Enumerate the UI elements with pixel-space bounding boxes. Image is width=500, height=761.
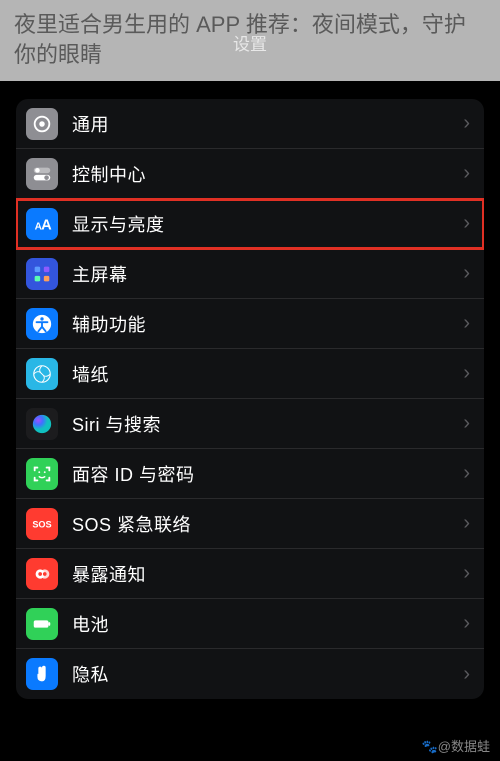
settings-row-sos[interactable]: SOS SOS 紧急联络›	[16, 499, 484, 549]
chevron-right-icon: ›	[463, 462, 470, 485]
accessibility-icon	[26, 308, 58, 340]
settings-row-label: 隐私	[72, 661, 463, 687]
article-title-banner: 夜里适合男生用的 APP 推荐：夜间模式，守护你的眼睛 设置	[0, 0, 500, 81]
chevron-right-icon: ›	[463, 112, 470, 135]
wallpaper-icon	[26, 358, 58, 390]
settings-row-wallpaper[interactable]: 墙纸›	[16, 349, 484, 399]
exposure-icon	[26, 558, 58, 590]
settings-row-gear[interactable]: 通用›	[16, 99, 484, 149]
chevron-right-icon: ›	[463, 162, 470, 185]
chevron-right-icon: ›	[463, 262, 470, 285]
settings-row-label: 暴露通知	[72, 561, 463, 587]
settings-row-battery[interactable]: 电池›	[16, 599, 484, 649]
settings-row-accessibility[interactable]: 辅助功能›	[16, 299, 484, 349]
chevron-right-icon: ›	[463, 312, 470, 335]
settings-row-home-grid[interactable]: 主屏幕›	[16, 249, 484, 299]
chevron-right-icon: ›	[463, 512, 470, 535]
settings-row-faceid[interactable]: 面容 ID 与密码›	[16, 449, 484, 499]
page-title: 设置	[0, 34, 500, 57]
home-grid-icon	[26, 258, 58, 290]
settings-row-label: 面容 ID 与密码	[72, 461, 463, 487]
toggles-icon	[26, 158, 58, 190]
settings-row-label: 控制中心	[72, 161, 463, 187]
gear-icon	[26, 108, 58, 140]
chevron-right-icon: ›	[463, 212, 470, 235]
svg-text:A: A	[41, 217, 52, 233]
settings-screen: 通用›控制中心›AA显示与亮度›主屏幕›辅助功能›墙纸›Siri 与搜索›面容 …	[0, 81, 500, 699]
settings-row-label: 通用	[72, 111, 463, 137]
settings-row-label: 辅助功能	[72, 311, 463, 337]
hand-icon	[26, 658, 58, 690]
text-size-icon: AA	[26, 208, 58, 240]
svg-text:SOS: SOS	[32, 520, 51, 530]
settings-row-siri[interactable]: Siri 与搜索›	[16, 399, 484, 449]
watermark: 🐾@数据蛙	[422, 736, 490, 755]
settings-list: 通用›控制中心›AA显示与亮度›主屏幕›辅助功能›墙纸›Siri 与搜索›面容 …	[16, 99, 484, 699]
faceid-icon	[26, 458, 58, 490]
siri-icon	[26, 408, 58, 440]
settings-row-label: 电池	[72, 611, 463, 637]
settings-row-label: Siri 与搜索	[72, 411, 463, 437]
settings-row-label: 显示与亮度	[72, 211, 463, 237]
settings-row-hand[interactable]: 隐私›	[16, 649, 484, 699]
settings-row-toggles[interactable]: 控制中心›	[16, 149, 484, 199]
sos-icon: SOS	[26, 508, 58, 540]
chevron-right-icon: ›	[463, 612, 470, 635]
chevron-right-icon: ›	[463, 663, 470, 686]
settings-row-text-size[interactable]: AA 显示与亮度›	[16, 199, 484, 249]
settings-row-exposure[interactable]: 暴露通知›	[16, 549, 484, 599]
battery-icon	[26, 608, 58, 640]
chevron-right-icon: ›	[463, 362, 470, 385]
settings-row-label: 墙纸	[72, 361, 463, 387]
settings-row-label: SOS 紧急联络	[72, 511, 463, 537]
settings-row-label: 主屏幕	[72, 261, 463, 287]
chevron-right-icon: ›	[463, 412, 470, 435]
chevron-right-icon: ›	[463, 562, 470, 585]
